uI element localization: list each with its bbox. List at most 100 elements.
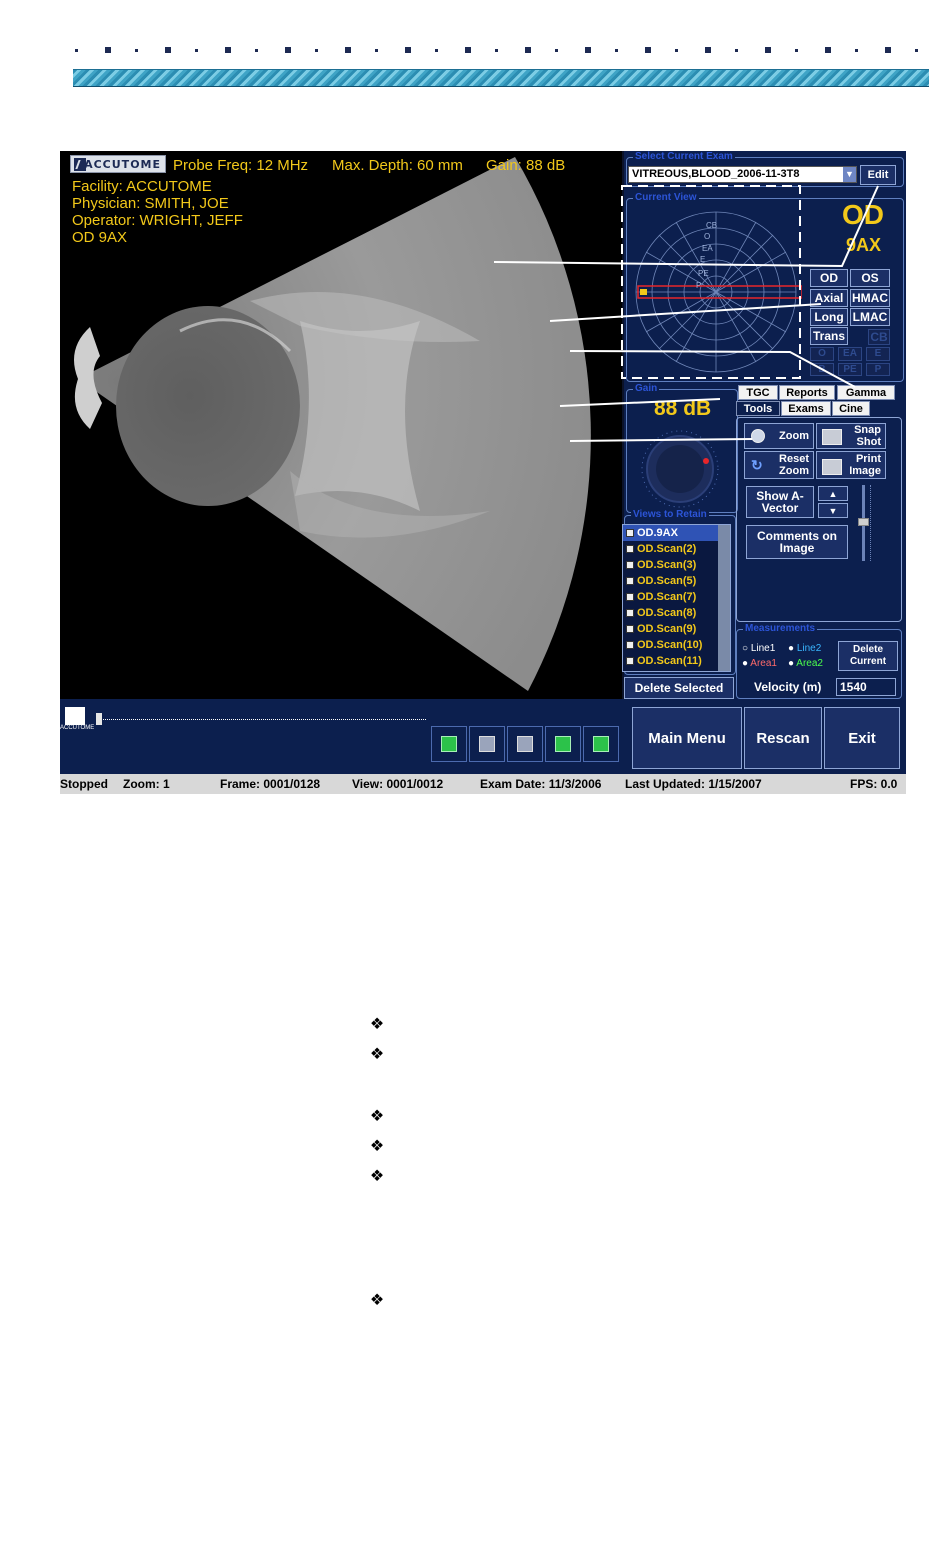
clock-label: PE (698, 269, 709, 278)
line1-radio[interactable]: ○ Line1 (742, 643, 775, 654)
avector-slider-handle[interactable] (858, 518, 869, 526)
rule-dot (405, 47, 411, 53)
checkbox[interactable] (626, 609, 634, 617)
checkbox[interactable] (626, 625, 634, 633)
reset-icon: ↻ (751, 457, 763, 473)
tab-tools[interactable]: Tools (736, 401, 780, 416)
play-icon (441, 736, 457, 752)
play-button[interactable] (431, 726, 467, 762)
checkbox[interactable] (626, 577, 634, 585)
checkbox[interactable] (626, 545, 634, 553)
tab-exams[interactable]: Exams (781, 401, 831, 416)
zoom-label: Zoom (779, 430, 809, 442)
view-button-od[interactable]: OD (810, 269, 848, 287)
clock-label: CB (706, 221, 717, 230)
list-item[interactable]: OD.9AX (623, 525, 730, 541)
exam-select-value: VITREOUS,BLOOD_2006-11-3T8 (632, 168, 800, 180)
area2-radio[interactable]: ● Area2 (788, 658, 823, 669)
reset-zoom-button[interactable]: ↻ Reset Zoom (744, 451, 814, 479)
list-item[interactable]: OD.Scan(9) (623, 621, 730, 637)
step-back-button[interactable] (545, 726, 581, 762)
print-image-button[interactable]: Print Image (816, 451, 886, 479)
view-button-o[interactable]: O (810, 347, 834, 361)
main-menu-button[interactable]: Main Menu (632, 707, 742, 769)
gain-knob[interactable] (638, 427, 722, 511)
checkbox[interactable] (626, 561, 634, 569)
rule-dot (705, 47, 711, 53)
view-button-trans[interactable]: Trans (810, 327, 848, 345)
area1-radio[interactable]: ● Area1 (742, 658, 777, 669)
chevron-down-icon[interactable]: ▼ (843, 167, 856, 182)
view-button-os[interactable]: OS (850, 269, 890, 287)
tab-reports[interactable]: Reports (779, 385, 835, 400)
bullet-icon: ❖ (369, 1138, 385, 1155)
view-button-ea[interactable]: EA (838, 347, 862, 361)
exit-button[interactable]: Exit (824, 707, 900, 769)
checkbox[interactable] (626, 657, 634, 665)
rule-dot (315, 49, 318, 52)
camera-icon (822, 429, 842, 445)
delete-current-button[interactable]: Delete Current (838, 641, 898, 671)
list-item[interactable]: OD.Scan(7) (623, 589, 730, 605)
list-item[interactable]: OD.Scan(2) (623, 541, 730, 557)
dotted-rule (75, 44, 935, 58)
cine-scrubber-handle[interactable] (96, 713, 102, 725)
views-list: OD.9AX OD.Scan(2) OD.Scan(3) OD.Scan(5) OD.S… (622, 524, 731, 672)
view-button-axial[interactable]: Axial (810, 289, 848, 307)
views-list-scrollbar[interactable] (718, 525, 730, 671)
view-button-e[interactable]: E (866, 347, 890, 361)
rule-dot (675, 49, 678, 52)
checkbox[interactable] (626, 593, 634, 601)
rule-dot (645, 47, 651, 53)
pause-button[interactable] (507, 726, 543, 762)
line2-radio[interactable]: ● Line2 (788, 643, 821, 654)
status-last-updated: Last Updated: 1/15/2007 (625, 777, 762, 791)
velocity-field[interactable]: 1540 (836, 678, 896, 696)
checkbox[interactable] (626, 529, 634, 537)
step-forward-button[interactable] (583, 726, 619, 762)
view-button-cb[interactable]: CB (868, 329, 890, 345)
comments-button[interactable]: Comments on Image (746, 525, 848, 559)
view-button-long[interactable]: Long (810, 308, 848, 326)
view-button-b[interactable]: B (810, 363, 834, 376)
snap-shot-button[interactable]: Snap Shot (816, 423, 886, 449)
view-button-p[interactable]: P (866, 363, 890, 376)
show-avector-button[interactable]: Show A-Vector (746, 486, 814, 518)
bscan-image-viewport[interactable]: ACCUTOME Probe Freq: 12 MHz Max. Depth: … (60, 151, 622, 699)
status-state: Stopped (60, 777, 108, 791)
rescan-button[interactable]: Rescan (744, 707, 822, 769)
list-item[interactable]: OD.Scan(5) (623, 573, 730, 589)
gain-title: Gain (633, 383, 660, 394)
step-forward-icon (593, 736, 609, 752)
status-frame: Frame: 0001/0128 (220, 777, 321, 791)
bullet-icon: ❖ (369, 1046, 385, 1063)
rule-dot (195, 49, 198, 52)
view-button-pe[interactable]: PE (838, 363, 862, 376)
list-item[interactable]: OD.Scan(10) (623, 637, 730, 653)
list-item-label: OD.Scan(10) (637, 639, 703, 651)
view-button-lmac[interactable]: LMAC (850, 308, 890, 326)
facility: Facility: ACCUTOME (72, 178, 212, 195)
exam-select[interactable]: VITREOUS,BLOOD_2006-11-3T8 ▼ (628, 166, 857, 183)
arrow-up-button[interactable]: ▲ (818, 486, 848, 501)
rule-dot (885, 47, 891, 53)
list-item[interactable]: OD.Scan(8) (623, 605, 730, 621)
views-to-retain-title: Views to Retain (631, 509, 709, 520)
tab-tgc[interactable]: TGC (738, 385, 778, 400)
delete-selected-button[interactable]: Delete Selected (624, 677, 734, 699)
pause-icon (517, 736, 533, 752)
cine-scrubber-track[interactable] (96, 719, 426, 721)
edit-exam-button[interactable]: Edit (860, 165, 896, 185)
list-item[interactable]: OD.Scan(3) (623, 557, 730, 573)
stop-button[interactable] (469, 726, 505, 762)
clock-map-diagram[interactable]: CB O EA E PE P (630, 206, 802, 378)
tab-gamma[interactable]: Gamma (837, 385, 895, 400)
zoom-button[interactable]: Zoom (744, 423, 814, 449)
list-item[interactable]: OD.Scan(11) (623, 653, 730, 669)
arrow-down-button[interactable]: ▼ (818, 503, 848, 518)
checkbox[interactable] (626, 641, 634, 649)
view-button-hmac[interactable]: HMAC (850, 289, 890, 307)
area1-label: Area1 (750, 658, 777, 669)
tab-cine[interactable]: Cine (832, 401, 870, 416)
status-view: View: 0001/0012 (352, 777, 444, 791)
